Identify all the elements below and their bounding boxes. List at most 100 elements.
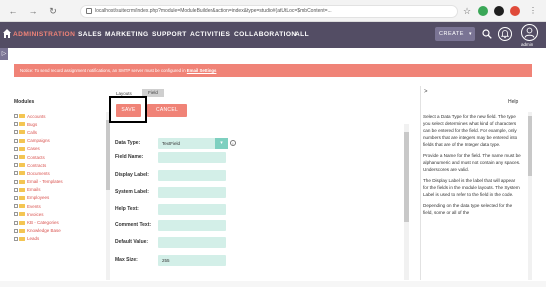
extension-icon[interactable] <box>510 6 520 16</box>
expand-icon[interactable] <box>14 236 18 241</box>
max-size-input[interactable]: 255 <box>158 255 226 266</box>
extension-icon[interactable] <box>478 6 488 16</box>
tree-item-label[interactable]: Cases <box>27 146 40 151</box>
user-avatar-icon[interactable] <box>521 24 538 41</box>
expand-icon[interactable] <box>14 130 18 135</box>
home-icon[interactable] <box>3 29 11 38</box>
tree-item[interactable]: Campaigns <box>14 137 106 145</box>
expand-icon[interactable] <box>14 179 18 184</box>
alert-banner: Notice: To send record assignment notifi… <box>14 64 532 77</box>
tree-item-label[interactable]: Contracts <box>27 163 46 168</box>
tree-item[interactable]: Events <box>14 202 106 210</box>
folder-icon <box>19 163 25 168</box>
folder-icon <box>19 130 25 135</box>
tree-item-label[interactable]: KB - Categories <box>27 220 59 225</box>
forward-icon[interactable]: → <box>28 6 38 16</box>
tree-item-label[interactable]: Invoices <box>27 212 44 217</box>
info-icon[interactable]: i <box>230 140 236 146</box>
extension-icon[interactable] <box>494 6 504 16</box>
alert-text: Notice: To send record assignment notifi… <box>20 68 187 73</box>
tree-item-label[interactable]: Events <box>27 204 41 209</box>
tree-item[interactable]: Calls <box>14 128 106 136</box>
expand-icon[interactable] <box>14 146 18 151</box>
help-scrollbar-thumb[interactable] <box>528 116 532 176</box>
help-text-label: Help Text: <box>115 206 139 212</box>
tree-item-label[interactable]: Email - Templates <box>27 179 63 184</box>
tree-item-label[interactable]: Accounts <box>27 114 46 119</box>
expand-icon[interactable] <box>14 138 18 143</box>
sidebar-toggle-button[interactable]: ▷ <box>0 48 8 60</box>
info-icon[interactable] <box>86 8 92 14</box>
data-type-label: Data Type: <box>115 140 141 146</box>
max-size-label: Max Size: <box>115 257 138 263</box>
tree-item[interactable]: Cases <box>14 145 106 153</box>
tree-item[interactable]: Email - Templates <box>14 178 106 186</box>
expand-icon[interactable] <box>14 155 18 160</box>
search-icon[interactable] <box>482 29 492 39</box>
tree-item[interactable]: Employees <box>14 194 106 202</box>
tree-item[interactable]: Leads <box>14 235 106 243</box>
expand-icon[interactable] <box>14 163 18 168</box>
tree-item[interactable]: Knowledge Base <box>14 227 106 235</box>
editor-scrollbar-thumb[interactable] <box>404 132 409 222</box>
nav-support[interactable]: SUPPORT <box>152 31 187 38</box>
email-settings-link[interactable]: Email Settings <box>187 68 217 73</box>
tree-item-label[interactable]: Employees <box>27 195 49 200</box>
tree-item[interactable]: Documents <box>14 169 106 177</box>
notifications-icon[interactable] <box>498 27 512 41</box>
expand-icon[interactable] <box>14 204 18 209</box>
star-icon[interactable]: ☆ <box>462 6 472 16</box>
taskbar <box>0 281 546 287</box>
tree-item-label[interactable]: Contacts <box>27 155 45 160</box>
comment-text-input[interactable] <box>158 220 226 231</box>
url-text[interactable]: localhost/suitecrm/index.php?module=Modu… <box>95 8 450 14</box>
tree-item[interactable]: Emails <box>14 186 106 194</box>
collapse-icon[interactable]: > <box>424 89 428 95</box>
chevron-down-icon[interactable]: ▾ <box>215 138 228 149</box>
back-icon[interactable]: ← <box>8 6 18 16</box>
nav-activities[interactable]: ACTIVITIES <box>190 31 230 38</box>
nav-administration[interactable]: ADMINISTRATION <box>13 31 75 38</box>
tree-item[interactable]: Accounts <box>14 112 106 120</box>
tree-item-label[interactable]: Documents <box>27 171 50 176</box>
expand-icon[interactable] <box>14 114 18 119</box>
nav-sales[interactable]: SALES <box>78 31 102 38</box>
create-button[interactable]: CREATE ▾ <box>435 27 475 41</box>
tree-item-label[interactable]: Emails <box>27 187 41 192</box>
tree-item-label[interactable]: Bugs <box>27 122 37 127</box>
expand-icon[interactable] <box>14 212 18 217</box>
modules-scrollbar-thumb[interactable] <box>106 120 110 190</box>
tree-item[interactable]: KB - Categories <box>14 218 106 226</box>
reload-icon[interactable]: ↻ <box>48 6 58 16</box>
create-label: CREATE <box>439 31 464 37</box>
expand-icon[interactable] <box>14 228 18 233</box>
expand-icon[interactable] <box>14 220 18 225</box>
nav-collaboration[interactable]: COLLABORATION <box>234 31 297 38</box>
folder-icon <box>19 146 25 151</box>
expand-icon[interactable] <box>14 171 18 176</box>
tree-item-label[interactable]: Leads <box>27 236 39 241</box>
default-value-label: Default Value: <box>115 239 149 245</box>
field-name-input[interactable] <box>158 152 226 163</box>
chevron-down-icon: ▾ <box>468 31 472 37</box>
menu-icon[interactable]: ⋮ <box>528 6 538 16</box>
expand-icon[interactable] <box>14 187 18 192</box>
display-label-input[interactable] <box>158 170 226 181</box>
tree-item[interactable]: Contracts <box>14 161 106 169</box>
folder-icon <box>19 114 25 119</box>
cancel-button[interactable]: CANCEL <box>147 104 187 117</box>
expand-icon[interactable] <box>14 122 18 127</box>
system-label-input[interactable] <box>158 187 226 198</box>
user-name[interactable]: admin <box>521 42 533 47</box>
tree-item[interactable]: Contacts <box>14 153 106 161</box>
help-text-input[interactable] <box>158 204 226 215</box>
tree-item[interactable]: Bugs <box>14 120 106 128</box>
tree-item[interactable]: Invoices <box>14 210 106 218</box>
expand-icon[interactable] <box>14 195 18 200</box>
tree-item-label[interactable]: Campaigns <box>27 138 50 143</box>
tree-item-label[interactable]: Calls <box>27 130 37 135</box>
default-value-input[interactable] <box>158 237 226 248</box>
nav-all[interactable]: ALL <box>295 31 309 38</box>
nav-marketing[interactable]: MARKETING <box>105 31 149 38</box>
tree-item-label[interactable]: Knowledge Base <box>27 228 61 233</box>
